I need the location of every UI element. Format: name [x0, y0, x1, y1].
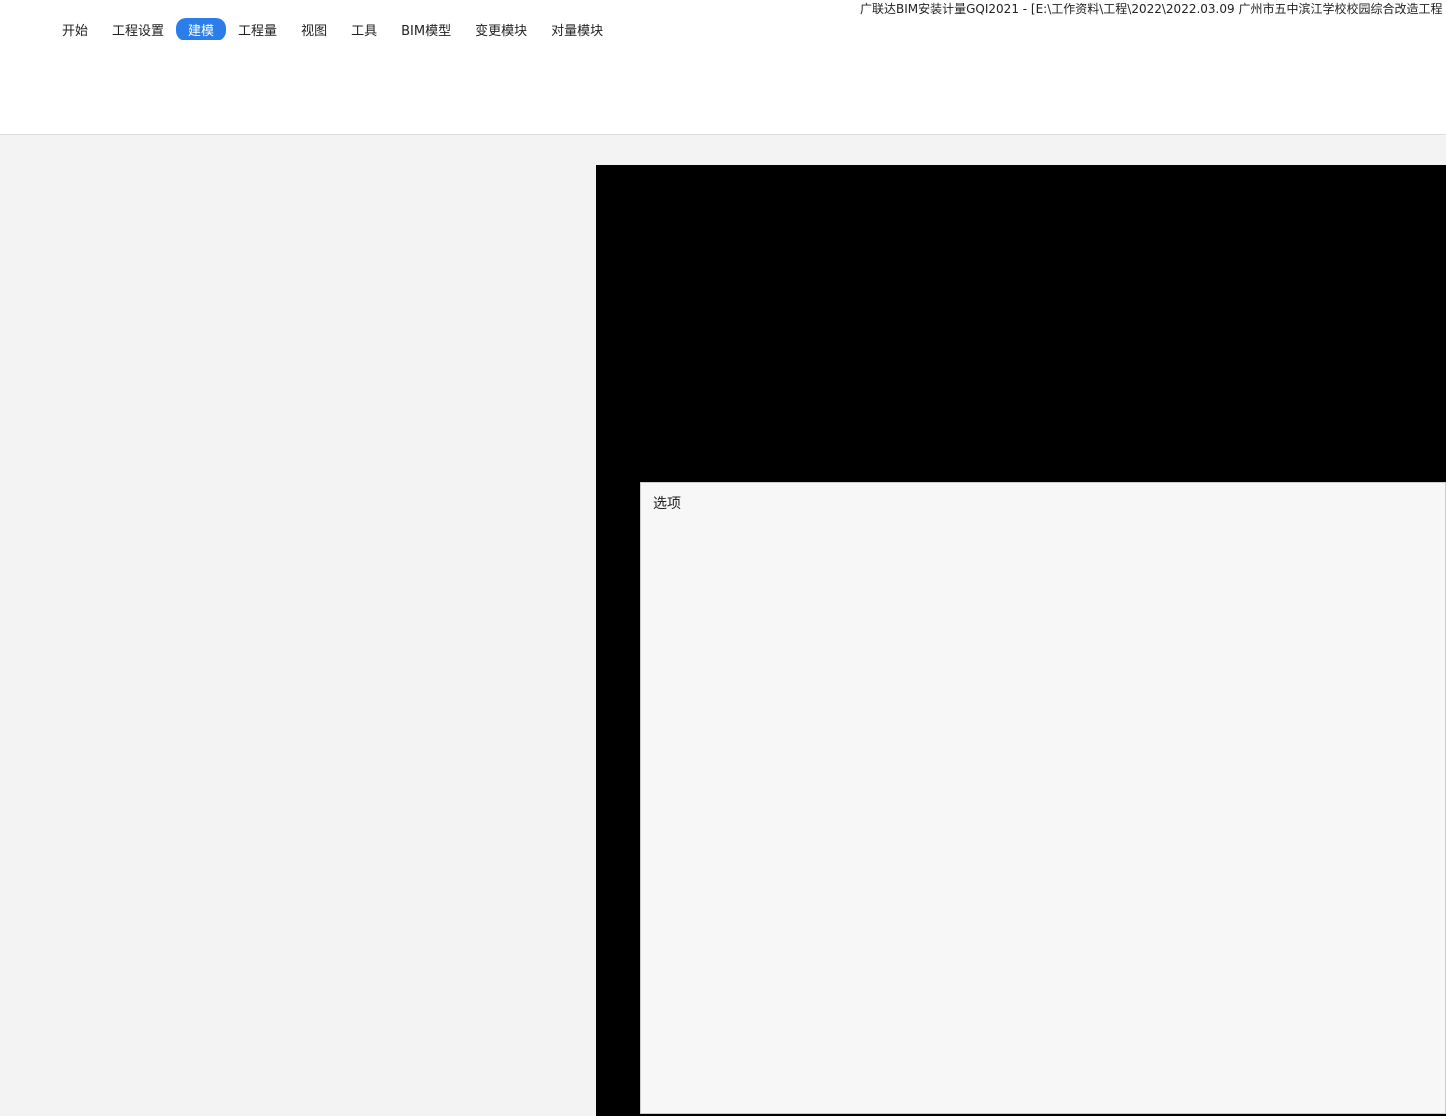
tab-view[interactable]: 视图 [289, 18, 339, 41]
title-bar: 广联达BIM安装计量GQI2021 - [E:\工作资料\工程\2022\202… [0, 0, 1446, 41]
tab-modeling[interactable]: 建模 [176, 18, 227, 41]
tab-bim-model[interactable]: BIM模型 [389, 18, 463, 41]
tab-change-module[interactable]: 变更模块 [463, 18, 539, 41]
ribbon-tabs: 开始 工程设置 建模 工程量 视图 工具 BIM模型 变更模块 对量模块 [50, 18, 615, 41]
tab-start[interactable]: 开始 [50, 18, 100, 41]
options-dialog: 选项 [640, 482, 1446, 1114]
ribbon [0, 40, 1446, 135]
window-title: 广联达BIM安装计量GQI2021 - [E:\工作资料\工程\2022\202… [860, 2, 1443, 16]
tab-project-settings[interactable]: 工程设置 [100, 18, 176, 41]
dialog-title: 选项 [653, 496, 681, 512]
tab-reconcile-module[interactable]: 对量模块 [539, 18, 615, 41]
tab-tools[interactable]: 工具 [339, 18, 389, 41]
tab-quantity[interactable]: 工程量 [226, 18, 289, 41]
